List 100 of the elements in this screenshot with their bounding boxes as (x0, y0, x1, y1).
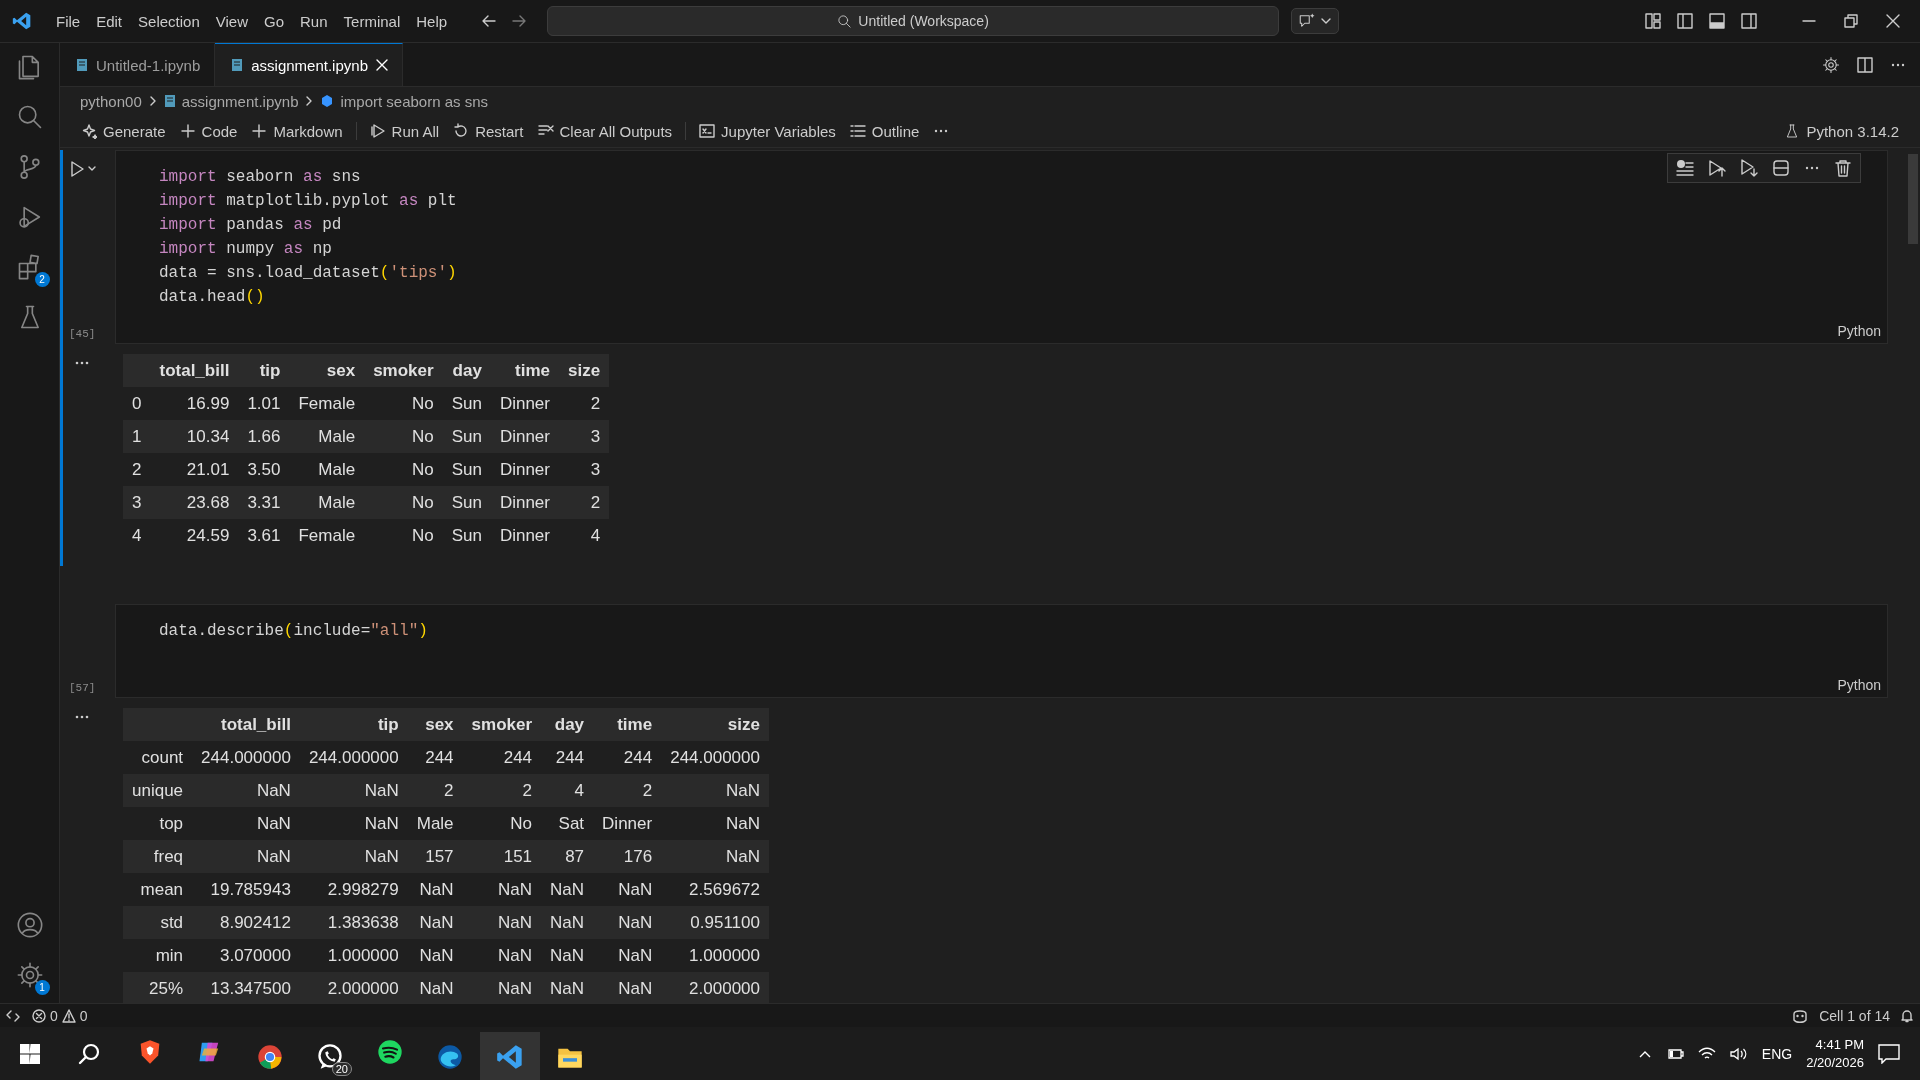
run-above-icon[interactable] (1708, 159, 1726, 177)
column-header: time (490, 354, 559, 387)
bell-icon[interactable] (1900, 1008, 1914, 1023)
panel-toggle-icon[interactable] (1708, 12, 1726, 30)
cell-language-label[interactable]: Python (1837, 323, 1881, 339)
scrollbar-thumb[interactable] (1908, 154, 1918, 244)
row-index: 0 (123, 387, 151, 420)
toolbar-button[interactable]: Generate (74, 119, 173, 143)
toolbar-button[interactable]: Restart (446, 119, 531, 143)
table-cell: NaN (462, 939, 542, 972)
table-cell: 244.000000 (192, 741, 300, 774)
table-cell: 3.31 (238, 486, 290, 519)
toolbar-button[interactable]: Code (172, 119, 245, 143)
menu-item[interactable]: Edit (88, 8, 131, 34)
table-cell: No (364, 453, 443, 486)
table-cell: 3 (559, 420, 610, 453)
table-cell: No (364, 420, 443, 453)
toolbar-button[interactable]: Outline (842, 119, 927, 143)
table-cell: 2.569672 (661, 873, 769, 906)
sparkle-icon (81, 123, 97, 139)
code-logo-icon (496, 1043, 524, 1071)
sidebar-toggle-icon[interactable] (1676, 12, 1694, 30)
menu-item[interactable]: Selection (130, 8, 208, 34)
remote-icon[interactable] (6, 1008, 20, 1023)
table-cell: No (364, 387, 443, 420)
table-cell: NaN (192, 840, 300, 873)
windows-start-icon[interactable] (20, 1043, 40, 1064)
row-index: 1 (123, 420, 151, 453)
toolbar-button[interactable]: Run All (362, 119, 447, 143)
clock-time[interactable]: 4:41 PM (1815, 1035, 1864, 1054)
layout-icon[interactable] (1644, 12, 1662, 30)
table-cell: 176 (593, 840, 662, 873)
taskbar-app[interactable]: 20 (300, 1032, 360, 1080)
app-logo-icon[interactable] (12, 11, 32, 31)
menu-item[interactable]: View (207, 8, 256, 34)
row-index: unique (123, 774, 193, 807)
close-icon[interactable] (1886, 14, 1900, 28)
column-header: smoker (364, 354, 443, 387)
menu-item[interactable]: Terminal (335, 8, 409, 34)
menu-item[interactable]: File (48, 8, 89, 34)
split-editor-icon[interactable] (1856, 55, 1874, 74)
count-badge: 2 (34, 272, 50, 287)
table-cell: No (462, 807, 542, 840)
settings-icon[interactable] (15, 961, 44, 989)
account-icon[interactable] (15, 911, 44, 939)
table-cell: Sun (442, 486, 491, 519)
column-header: size (661, 708, 769, 741)
table-cell: NaN (541, 972, 594, 1003)
secondary-sidebar-icon[interactable] (1740, 12, 1758, 30)
settings-icon[interactable] (1822, 55, 1840, 74)
row-index: std (123, 906, 193, 939)
kernel-picker[interactable]: Python 3.14.2 (1777, 119, 1906, 143)
table-cell: 244.000000 (299, 741, 408, 774)
run-below-icon[interactable] (1740, 159, 1758, 177)
breadcrumb-item[interactable]: python00 (80, 92, 142, 110)
input-language[interactable]: ENG (1761, 1045, 1793, 1062)
battery-icon[interactable] (1665, 1046, 1684, 1061)
more-icon[interactable] (75, 360, 89, 366)
split-cell-icon[interactable] (1772, 159, 1790, 177)
breadcrumb-item[interactable]: assignment.ipynb (181, 92, 299, 110)
command-search-field[interactable]: Untitled (Workspace) (547, 6, 1280, 36)
speaker-icon[interactable] (1729, 1046, 1748, 1061)
back-arrow-icon[interactable] (481, 13, 498, 29)
plus-icon (251, 123, 268, 139)
search-icon[interactable] (78, 1041, 102, 1066)
table-cell: NaN (541, 906, 594, 939)
toolbar-button[interactable]: Jupyter Variables (692, 119, 843, 143)
code-line: data.describe(include="all") (159, 621, 428, 642)
chat-button[interactable] (1291, 8, 1340, 34)
problems-indicator[interactable]: 0 0 (26, 1007, 94, 1024)
table-cell: 4 (541, 774, 594, 807)
toolbar-button[interactable]: Markdown (244, 119, 350, 143)
editor-tab[interactable]: assignment.ipynb (215, 43, 403, 86)
restore-icon[interactable] (1844, 14, 1858, 28)
table-cell: NaN (593, 939, 662, 972)
clock-date[interactable]: 2/20/2026 (1806, 1053, 1864, 1072)
menu-item[interactable]: Run (292, 8, 336, 34)
outline-list-icon (849, 123, 866, 139)
code-cell-editor[interactable]: import seaborn as sns import matplotlib.pyplot as plt import pandas as pd import numpy as np data = sns.load_dataset('tips') data.head() Python (115, 150, 1888, 344)
column-header: day (541, 708, 594, 741)
cell-position[interactable]: Cell 1 of 14 (1819, 1007, 1890, 1024)
wifi-icon[interactable] (1697, 1046, 1716, 1061)
breadcrumb-item[interactable]: import seaborn as sns (340, 92, 489, 110)
menu-item[interactable]: Go (256, 8, 292, 34)
run-all-icon (369, 123, 386, 139)
run-by-line-icon[interactable] (1676, 159, 1694, 177)
table-cell: NaN (407, 972, 463, 1003)
tab-label: Untitled-1.ipynb (96, 56, 201, 74)
table-cell: 4 (559, 519, 610, 552)
notifications-icon[interactable] (1878, 1043, 1900, 1064)
cell-language-label[interactable]: Python (1837, 677, 1881, 693)
trash-icon[interactable] (1834, 159, 1852, 177)
menu-item[interactable]: Help (408, 8, 456, 34)
table-cell: 1.000000 (299, 939, 408, 972)
code-cell-editor[interactable]: data.describe(include="all") Python (115, 604, 1888, 698)
code-line: data = sns.load_dataset('tips') (159, 263, 457, 284)
more-icon[interactable] (75, 714, 89, 720)
toolbar-button[interactable]: Clear All Outputs (530, 119, 680, 143)
forward-arrow-icon[interactable] (511, 13, 528, 29)
run-cell-icon[interactable] (69, 160, 85, 178)
